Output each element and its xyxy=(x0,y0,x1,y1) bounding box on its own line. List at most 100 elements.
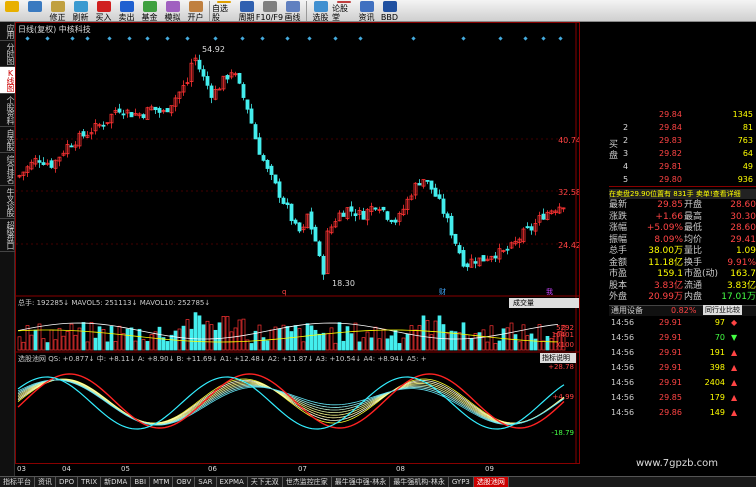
candle-body xyxy=(417,183,422,186)
drawline-icon xyxy=(285,1,300,12)
order-price: 29.83 xyxy=(659,136,682,145)
toolbar-item-icon1[interactable] xyxy=(23,0,46,22)
signal-diamond-icon xyxy=(165,36,170,41)
tab-0[interactable]: 指标平台 xyxy=(0,477,35,487)
volume-bar xyxy=(389,335,394,351)
candle-body xyxy=(249,108,254,124)
volume-bar xyxy=(349,333,354,351)
candle-body xyxy=(481,255,486,262)
volume-bar xyxy=(405,333,410,351)
toolbar-item-修正[interactable]: 修正 xyxy=(46,0,69,22)
signal-diamond-icon xyxy=(260,36,265,41)
toolbar-item-周期[interactable]: 周期 xyxy=(235,0,258,22)
tab-7[interactable]: OBV xyxy=(173,477,196,487)
kline-chart-panel[interactable]: 54.92 18.30 40.74 32.58 24.42 q 财 我 总手: … xyxy=(15,22,581,464)
toolbar-item-选股[interactable]: 选股 xyxy=(309,0,332,22)
toolbar-item-画线[interactable]: 画线 xyxy=(281,0,304,22)
signal-diamond-icon xyxy=(333,36,338,41)
toolbar-item-BBD[interactable]: BBD xyxy=(378,0,401,22)
signal-diamond-icon xyxy=(558,36,563,41)
toolbar-item-买入[interactable]: 买入 xyxy=(92,0,115,22)
tab-8[interactable]: SAR xyxy=(195,477,217,487)
toolbar-item-icon0[interactable] xyxy=(0,0,23,22)
tab-12[interactable]: 最牛强中强-林永 xyxy=(332,477,391,487)
volume-bar xyxy=(489,325,494,351)
order-price: 29.84 xyxy=(659,110,682,119)
candle-body xyxy=(253,124,258,140)
x-tick-06: 06 xyxy=(208,465,217,473)
tab-3[interactable]: TRIX xyxy=(78,477,102,487)
quote-panel: 买盘 29.84 1345 2 29.84 81 2 29.83 763 3 29.82 64 4 29… xyxy=(581,22,756,464)
tab-13[interactable]: 最牛强机构-林永 xyxy=(390,477,449,487)
candle-body xyxy=(237,73,242,84)
sidebar-tab-6[interactable]: 牛叉诊股 xyxy=(0,186,15,219)
tab-6[interactable]: MTM xyxy=(150,477,174,487)
volume-bar xyxy=(341,340,346,351)
candle-body xyxy=(461,250,466,267)
quote-label: 股本 xyxy=(609,280,628,291)
sidebar-tab-1[interactable]: 分时图 xyxy=(0,41,15,67)
signal-diamond-icon xyxy=(107,36,112,41)
toolbar-item-模拟[interactable]: 模拟 xyxy=(161,0,184,22)
toolbar-item-开户[interactable]: 开户 xyxy=(184,0,207,22)
candle-body xyxy=(441,198,446,214)
quote-label: 振幅 xyxy=(609,234,628,245)
forum-icon xyxy=(336,1,351,3)
candle-body xyxy=(69,145,74,148)
volume-bar xyxy=(441,324,446,351)
indicator-help-button[interactable]: 指标说明 xyxy=(540,353,576,363)
tab-2[interactable]: DPO xyxy=(56,477,79,487)
volume-bar xyxy=(117,325,122,351)
toolbar-item-卖出[interactable]: 卖出 xyxy=(115,0,138,22)
quote-label: 涨幅 xyxy=(609,223,628,233)
quote-value: 17.01万 xyxy=(721,292,756,302)
tick-price: 29.91 xyxy=(659,378,682,387)
sidebar-tab-0[interactable]: 应用 xyxy=(0,22,15,41)
toolbar-item-基金[interactable]: 基金 xyxy=(138,0,161,22)
candle-body xyxy=(385,211,390,220)
volume-bar xyxy=(213,329,218,351)
toolbar-item-资讯[interactable]: 资讯 xyxy=(355,0,378,22)
tab-4[interactable]: 新DMA xyxy=(101,477,132,487)
candle-body xyxy=(393,219,398,223)
tick-price: 29.91 xyxy=(659,333,682,342)
toolbar-item-论股堂[interactable]: 论股堂 xyxy=(332,0,355,22)
volume-bar xyxy=(133,340,138,351)
volume-bar xyxy=(241,318,246,351)
sidebar-tab-7[interactable]: 超级盘口 xyxy=(0,219,15,252)
signal-diamond-icon xyxy=(127,36,132,41)
quote-value: 1.09 xyxy=(735,246,756,256)
tick-price: 29.85 xyxy=(659,393,682,402)
tab-14[interactable]: GYP3 xyxy=(449,477,474,487)
volume-type-button[interactable]: 成交量 xyxy=(509,298,579,308)
toolbar-item-刷新[interactable]: 刷新 xyxy=(69,0,92,22)
volume-bar xyxy=(53,339,58,351)
candle-body xyxy=(389,219,394,223)
toolbar-item-F10/F9[interactable]: F10/F9 xyxy=(256,0,283,22)
volume-bar xyxy=(493,343,498,351)
tab-10[interactable]: 天下无双 xyxy=(248,477,283,487)
volume-bar xyxy=(377,338,382,351)
volume-bar xyxy=(141,339,146,351)
volume-bar xyxy=(65,330,70,351)
toolbar-item-自选股[interactable]: 自选股 xyxy=(212,0,235,22)
sidebar-tab-5[interactable]: 综合排名 xyxy=(0,153,15,186)
tab-5[interactable]: BBI xyxy=(131,477,151,487)
tab-11[interactable]: 世杰监控庄家 xyxy=(283,477,332,487)
quote-label: 最新 xyxy=(609,200,628,210)
compare-button[interactable]: 同行业比较 xyxy=(703,305,742,315)
sidebar-tab-2[interactable]: K线图 xyxy=(0,67,15,94)
tab-15[interactable]: 选股池网 xyxy=(473,477,509,487)
sidebar-tab-4[interactable]: 自选股 xyxy=(0,127,15,153)
candle-body xyxy=(129,112,134,118)
sidebar-tab-3[interactable]: 个股资料 xyxy=(0,94,15,127)
tab-1[interactable]: 资讯 xyxy=(35,477,56,487)
tick-price: 29.86 xyxy=(659,408,682,417)
order-price: 29.81 xyxy=(659,162,682,171)
quote-value: 163.7 xyxy=(730,269,756,279)
toolbar-label: 模拟 xyxy=(164,13,181,22)
indicator-header: 选股池网 QS: +0.877↓ 中: +8.11↓ A: +8.90↓ B: … xyxy=(18,354,427,363)
order-price: 29.80 xyxy=(659,175,682,184)
tab-9[interactable]: EXPMA xyxy=(217,477,248,487)
signal-diamond-icon xyxy=(45,36,50,41)
